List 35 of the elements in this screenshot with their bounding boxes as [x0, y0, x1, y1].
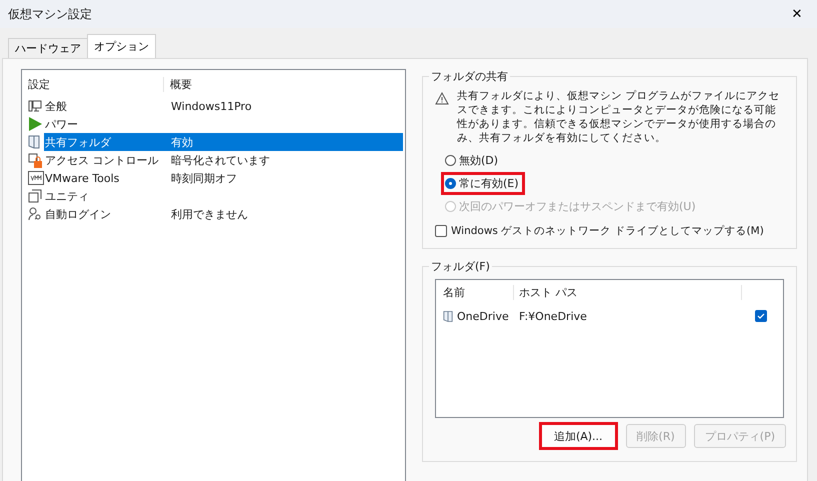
warning-icon [435, 92, 449, 105]
list-item[interactable]: VMware Tools 時刻同期オフ [44, 169, 403, 187]
table-cell-text: F:¥OneDrive [518, 310, 588, 322]
column-header[interactable]: ホスト パス [514, 284, 742, 300]
tab[interactable]: オプション [87, 34, 156, 58]
list-item[interactable]: 共有フォルダ 有効 [44, 133, 403, 151]
list-item[interactable]: 全般 Windows11Pro [44, 97, 403, 115]
monitor-icon [28, 99, 42, 113]
checkbox-option[interactable]: Windows ゲストのネットワーク ドライブとしてマップする(M) [435, 224, 786, 238]
check-icon [756, 311, 766, 321]
checkbox[interactable] [755, 310, 767, 322]
list-item[interactable]: パワー [44, 115, 403, 133]
warning-text: 共有フォルダにより、仮想マシン プログラムがファイルにアクセスできます。これによりコンピュータとデータが危険になる可能性があります。信頼できる仮想マシンでデータが使用する場合のみ、共有フォルダを有効にしてください。 [457, 89, 780, 145]
action-button[interactable]: 追加(A)... [538, 422, 618, 450]
close-button[interactable]: ✕ [777, 0, 817, 28]
play-icon [28, 117, 42, 131]
folder-icon [28, 135, 40, 149]
vm-icon [28, 171, 44, 185]
column-header[interactable]: 概要 [164, 76, 192, 92]
list-item[interactable]: アクセス コントロール 暗号化されています [44, 151, 403, 169]
radio-option[interactable]: 常に有効(E) [441, 172, 525, 195]
radio-option[interactable]: 無効(D) [441, 149, 504, 172]
folder-icon [443, 310, 453, 322]
group-title: フォルダの共有 [429, 69, 510, 84]
table-cell: OneDrive [457, 310, 509, 322]
window-title: 仮想マシン設定 [8, 6, 92, 22]
column-header[interactable]: 名前 [436, 284, 514, 300]
group-title: フォルダ(F) [429, 259, 492, 274]
windows-icon [28, 189, 42, 203]
lock-icon [28, 152, 42, 168]
tab[interactable]: ハードウェア [8, 38, 88, 58]
list-item[interactable]: ユニティ [44, 187, 403, 205]
list-item[interactable]: 自動ログイン 利用できません [44, 205, 403, 223]
column-header[interactable]: 設定 [22, 76, 164, 92]
user-key-icon [28, 207, 43, 221]
